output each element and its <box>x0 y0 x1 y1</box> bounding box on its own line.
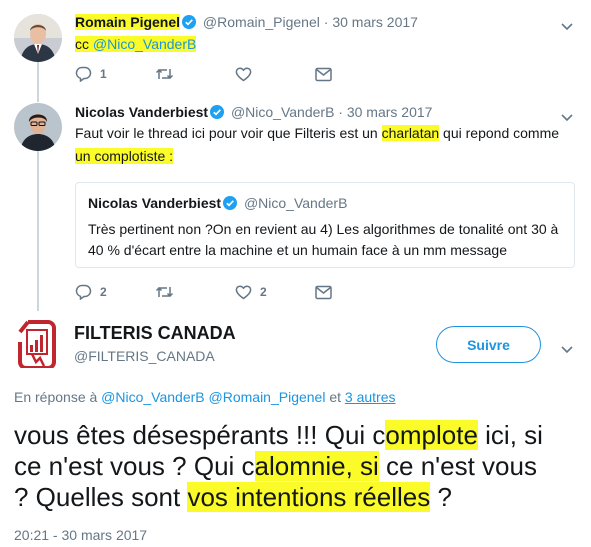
tweet-actions: 1 <box>75 66 332 82</box>
tweet-text-part1: Faut voir le thread ici pour voir que Fi… <box>75 125 382 141</box>
tweet-text-line1-a: vous êtes désespérants !!! Qui c <box>14 420 386 450</box>
thread-line <box>37 148 39 311</box>
quoted-author-name: Nicolas Vanderbiest <box>88 195 222 211</box>
retweet-button[interactable] <box>155 284 235 300</box>
reply-context: En réponse à @Nico_VanderB @Romain_Pigen… <box>14 389 396 405</box>
tweet-text-part2: charlatan <box>381 125 440 141</box>
reply-prefix: En réponse à <box>14 389 102 405</box>
tweet-text-part3: qui repond comme <box>439 125 560 141</box>
tweet-text-line3-c: ? <box>430 482 452 512</box>
quoted-tweet-text: Très pertinent non ?On en revient au 4) … <box>88 221 559 258</box>
tweet-date[interactable]: · 30 mars 2017 <box>338 104 432 120</box>
message-button[interactable] <box>315 285 332 300</box>
like-icon <box>235 66 252 82</box>
message-button[interactable] <box>315 67 332 82</box>
tweet-text-line2-a: ce n'est vous ? Qui c <box>14 451 255 481</box>
chevron-down-icon[interactable] <box>561 18 573 36</box>
tweet-header: Romain Pigenel @Romain_Pigenel · 30 mars… <box>75 14 418 32</box>
author-handle[interactable]: @Nico_VanderB <box>231 104 334 120</box>
tweet-text: Faut voir le thread ici pour voir que Fi… <box>75 123 570 167</box>
tweet-text-line3-b: vos intentions réelles <box>187 482 431 512</box>
brand-logo[interactable] <box>14 318 60 368</box>
verified-icon <box>182 15 197 32</box>
tweet-text-line1-c: ici, si <box>477 420 543 450</box>
follow-button[interactable]: Suivre <box>436 326 541 363</box>
reply-icon <box>75 66 92 82</box>
tweet-text-line2-b: alomnie, si <box>254 451 379 481</box>
reply-mentions[interactable]: @Nico_VanderB @Romain_Pigenel <box>101 389 325 405</box>
quoted-tweet[interactable]: Nicolas Vanderbiest @Nico_VanderB Très p… <box>75 182 575 268</box>
verified-icon <box>223 196 238 213</box>
reply-icon <box>75 284 92 300</box>
author-name[interactable]: Nicolas Vanderbiest <box>75 104 208 120</box>
main-tweet-text: vous êtes désespérants !!! Qui complote … <box>14 420 584 513</box>
tweet-header: Nicolas Vanderbiest @Nico_VanderB · 30 m… <box>75 104 432 122</box>
like-icon <box>235 284 252 300</box>
quoted-author-handle: @Nico_VanderB <box>243 195 348 211</box>
retweet-button[interactable] <box>155 66 235 82</box>
tweet-text-prefix: cc <box>75 36 93 52</box>
author-handle[interactable]: @Romain_Pigenel <box>203 14 320 30</box>
retweet-icon <box>155 66 174 82</box>
chevron-down-icon[interactable] <box>561 341 573 359</box>
avatar[interactable] <box>14 103 62 151</box>
like-count: 2 <box>260 285 267 299</box>
reply-and: et <box>325 389 345 405</box>
like-button[interactable]: 2 <box>235 284 315 300</box>
tweet-actions: 2 2 <box>75 284 332 300</box>
message-icon <box>315 67 332 82</box>
verified-icon <box>210 105 225 122</box>
reply-count: 2 <box>100 285 107 299</box>
author-handle[interactable]: @FILTERIS_CANADA <box>74 348 215 364</box>
tweet-text: cc @Nico_VanderB <box>75 34 197 55</box>
quoted-tweet-header: Nicolas Vanderbiest @Nico_VanderB <box>88 195 562 213</box>
reply-count: 1 <box>100 67 107 81</box>
retweet-icon <box>155 284 174 300</box>
tweet-text-line3-a: ? Quelles sont <box>14 482 188 512</box>
tweet-text-line2-c: ce n'est vous <box>378 451 537 481</box>
reply-others-link[interactable]: 3 autres <box>345 389 396 405</box>
avatar[interactable] <box>14 14 62 62</box>
mention-link[interactable]: @Nico_VanderB <box>93 36 196 52</box>
thread-line <box>37 62 39 102</box>
follow-button-label: Suivre <box>467 336 510 353</box>
author-name[interactable]: FILTERIS CANADA <box>74 323 236 344</box>
tweet-text-line1-b: omplote <box>385 420 478 450</box>
like-button[interactable] <box>235 66 315 82</box>
tweet-text-part4: un complotiste : <box>75 148 174 164</box>
message-icon <box>315 285 332 300</box>
author-name[interactable]: Romain Pigenel <box>75 14 181 30</box>
tweet-date[interactable]: · 30 mars 2017 <box>324 14 418 30</box>
reply-button[interactable]: 1 <box>75 66 155 82</box>
tweet-timestamp[interactable]: 20:21 - 30 mars 2017 <box>14 527 147 543</box>
reply-button[interactable]: 2 <box>75 284 155 300</box>
